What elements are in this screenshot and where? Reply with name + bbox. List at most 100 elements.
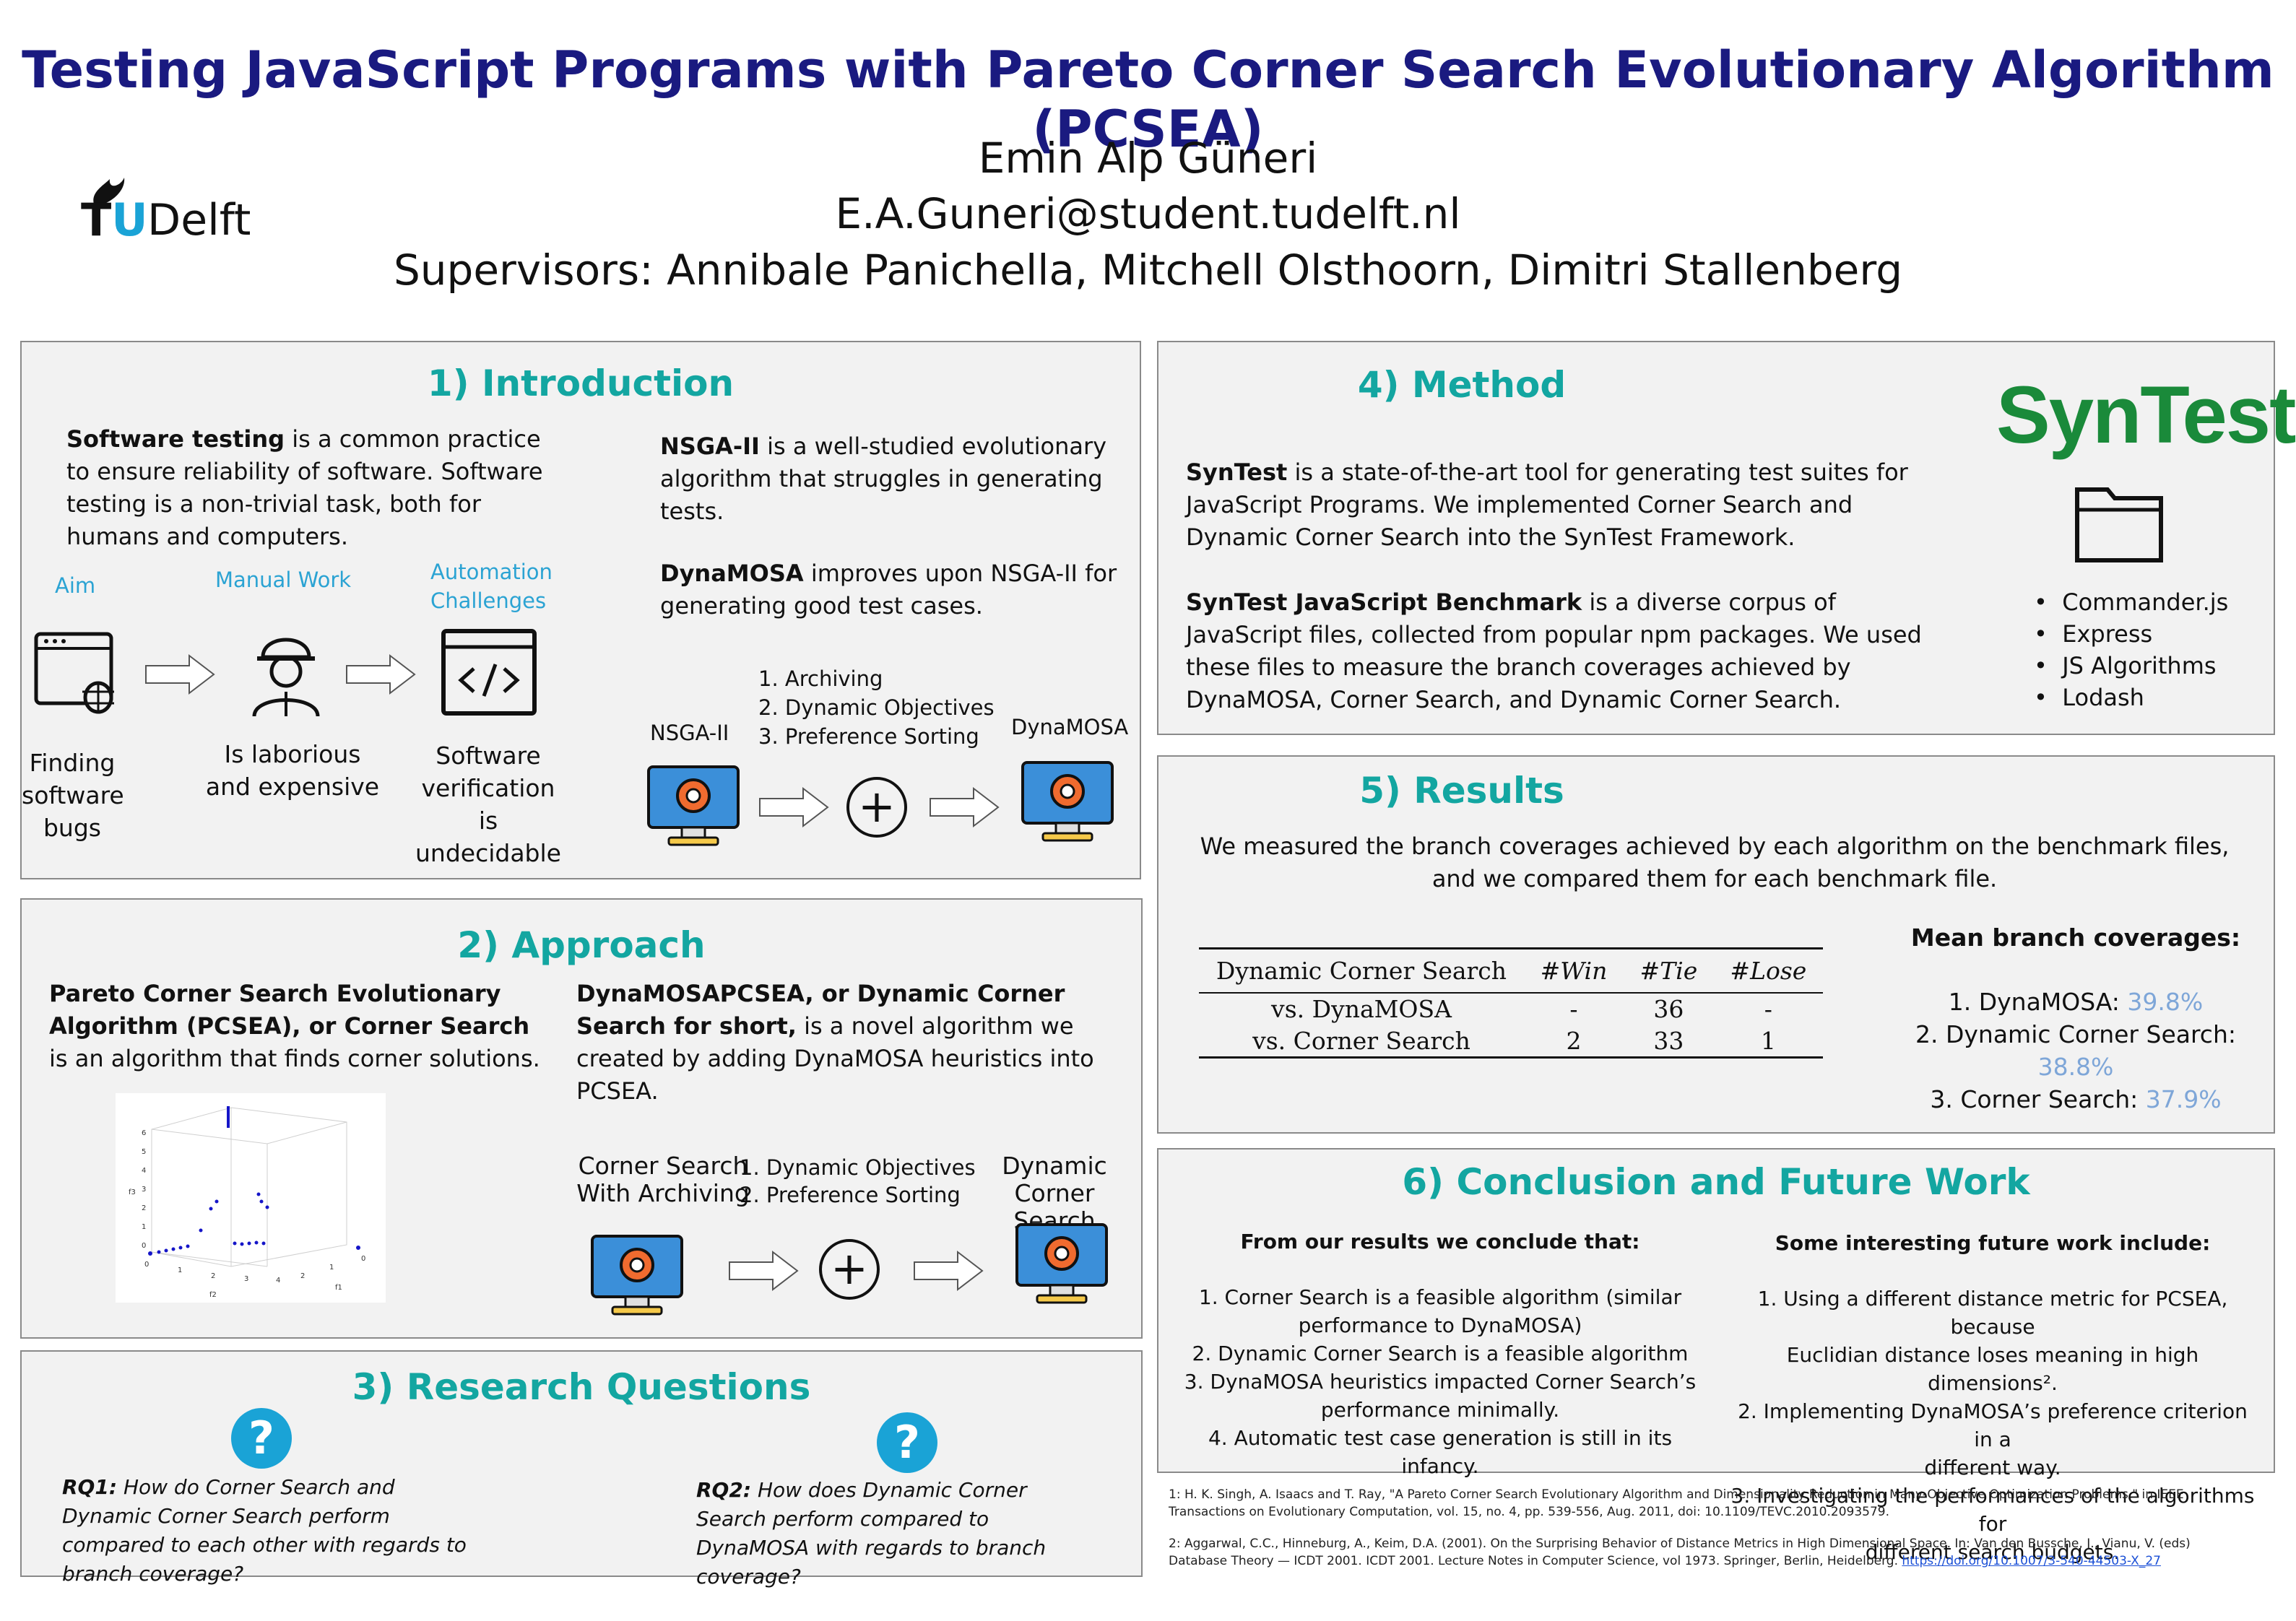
list-item: 1. DynaMOSA: 39.8% (1948, 988, 2204, 1016)
section-title: 6) Conclusion and Future Work (1402, 1161, 2030, 1203)
table-header: #Win (1540, 957, 1608, 985)
question-icon: ? (877, 1412, 937, 1473)
table-header: #Lose (1730, 957, 1807, 985)
conclusion-panel: 6) Conclusion and Future Work From our r… (1157, 1148, 2275, 1564)
author-email: E.A.Guneri@student.tudelft.nl (835, 189, 1461, 238)
conclusion-left: From our results we conclude that: 1. Co… (1184, 1230, 1697, 1478)
table-cell: - (1764, 995, 1772, 1023)
reference-2: 2: Aggarwal, C.C., Hinneburg, A., Keim, … (1169, 1537, 2191, 1568)
arrow-icon (145, 653, 215, 695)
plot-tick: 6 (142, 1129, 146, 1137)
intro-paragraph-3: DynaMOSA improves upon NSGA-II for gener… (660, 560, 1117, 620)
plot-tick: 1 (142, 1223, 146, 1231)
plot-tick: 1 (178, 1266, 182, 1274)
browser-bug-icon (34, 632, 114, 714)
monitor-gear-icon (1015, 1223, 1108, 1304)
plot-tick: 5 (142, 1148, 146, 1156)
mean-coverages: Mean branch coverages: 1. DynaMOSA: 39.8… (1895, 921, 2256, 1116)
worker-icon (252, 638, 320, 717)
plot-tick: 4 (276, 1277, 280, 1285)
method-panel: 4) Method SynTest is a state-of-the-art … (1157, 341, 2296, 735)
code-window-icon (441, 629, 537, 716)
intro-paragraph-1: Software testing is a common practice to… (66, 425, 543, 550)
table-cell: vs. Corner Search (1252, 1026, 1470, 1055)
benchmark-list: • Commander.js • Express • JS Algorithms… (2034, 586, 2228, 713)
table-row: vs. Corner Search 2 33 1 (1199, 1025, 1823, 1056)
method-paragraph-2: SynTest JavaScript Benchmark is a divers… (1186, 588, 1922, 713)
label-automation: Automation Challenges (430, 560, 553, 613)
folder-icon (2075, 487, 2163, 562)
plot-tick: 0 (361, 1255, 365, 1263)
syntest-logo: SynTest (1996, 370, 2296, 460)
monitor-gear-icon (591, 1235, 683, 1316)
rq1-text: RQ1: How do Corner Search and Dynamic Co… (62, 1475, 467, 1586)
arrow-icon (914, 1250, 984, 1292)
list-item: • Lodash (2034, 684, 2144, 711)
logo-delft: Delft (147, 195, 251, 245)
intro-paragraph-2: NSGA-II is a well-studied evolutionary a… (660, 433, 1107, 525)
plot-tick: 2 (211, 1272, 215, 1280)
plot-tick: 4 (142, 1167, 146, 1175)
doi-link[interactable]: https://doi.org/10.1007/3-540-44503-X_27 (1902, 1554, 2161, 1568)
list-item: • Commander.js (2034, 588, 2229, 616)
caption-finding-bugs: Finding software bugs (22, 749, 124, 842)
logo-tu: TU (81, 194, 148, 246)
supervisors: Supervisors: Annibale Panichella, Mitche… (393, 245, 1903, 295)
list-item: 3. Corner Search: 37.9% (1930, 1085, 2222, 1113)
label-dynamosa: DynaMOSA (1011, 715, 1129, 739)
mean-title: Mean branch coverages: (1910, 924, 2241, 952)
plot-tick: 2 (142, 1204, 146, 1212)
plus-icon: + (846, 777, 907, 838)
corner-search-3d-plot: 6 5 4 3 2 1 0 0 1 2 3 4 2 1 0 f3 f2 f1 (116, 1093, 386, 1303)
method-paragraph-1: SynTest is a state-of-the-art tool for g… (1186, 459, 1908, 551)
arrow-icon (729, 1250, 799, 1292)
section-title: 5) Results (1359, 770, 1564, 812)
approach-steps-list: 1. Dynamic Objectives 2. Preference Sort… (740, 1155, 976, 1207)
results-panel: 5) Results We measured the branch covera… (1157, 755, 2275, 1134)
rq2-text: RQ2: How does Dynamic Corner Search perf… (696, 1478, 1047, 1589)
table-cell: 2 (1566, 1026, 1582, 1055)
approach-panel: 2) Approach Pareto Corner Search Evoluti… (20, 898, 1143, 1339)
list-item: • JS Algorithms (2034, 652, 2217, 679)
plus-icon: + (819, 1239, 880, 1300)
section-title: 4) Method (1357, 364, 1567, 406)
approach-paragraph-2: DynaMOSAPCSEA, or Dynamic Corner Search … (576, 980, 1094, 1105)
approach-paragraph-1: Pareto Corner Search Evolutionary Algori… (49, 980, 540, 1072)
table-cell: - (1569, 995, 1578, 1023)
plot-tick: 3 (142, 1186, 146, 1194)
section-title: 3) Research Questions (352, 1366, 811, 1408)
table-cell: vs. DynaMOSA (1271, 995, 1452, 1023)
table-cell: 33 (1653, 1026, 1684, 1055)
plot-tick: 0 (144, 1261, 149, 1269)
table-header: #Tie (1639, 957, 1698, 985)
table-cell: 36 (1653, 995, 1684, 1023)
plot-tick: 2 (300, 1272, 305, 1280)
results-intro: We measured the branch coverages achieve… (1200, 833, 2230, 892)
plot-axis-label: f3 (129, 1188, 136, 1196)
arrow-icon (759, 786, 829, 828)
table-cell: 1 (1760, 1026, 1776, 1055)
results-table: Dynamic Corner Search #Win #Tie #Lose vs… (1199, 947, 1823, 1059)
caption-laborious: Is laborious and expensive (205, 740, 380, 801)
section-title: 2) Approach (457, 924, 706, 966)
plot-tick: 3 (244, 1275, 248, 1283)
table-row: vs. DynaMOSA - 36 - (1199, 993, 1823, 1025)
table-header-row: Dynamic Corner Search #Win #Tie #Lose (1199, 949, 1823, 993)
label-manual-work: Manual Work (215, 568, 352, 592)
author-name: Emin Alp Güneri (978, 134, 1318, 183)
label-aim: Aim (55, 573, 96, 598)
plot-axis-label: f2 (209, 1291, 217, 1299)
list-item: • Express (2034, 620, 2153, 648)
plot-axis-label: f1 (335, 1284, 342, 1292)
table-header: Dynamic Corner Search (1216, 957, 1507, 985)
reference-1: 1: H. K. Singh, A. Isaacs and T. Ray, "A… (1169, 1487, 2184, 1519)
plot-tick: 0 (142, 1242, 146, 1250)
list-item: 2. Dynamic Corner Search: 38.8% (1915, 1020, 2236, 1081)
plot-tick: 1 (329, 1264, 334, 1272)
label-corner-search-archiving: Corner Search With Archiving (576, 1152, 750, 1207)
question-icon: ? (231, 1408, 292, 1469)
tudelft-logo: TU Delft (81, 172, 254, 246)
caption-undecidable: Software verification is undecidable (415, 742, 561, 867)
research-questions-panel: 3) Research Questions ? ? RQ1: How do Co… (20, 1350, 1143, 1589)
label-nsga2: NSGA-II (650, 721, 729, 745)
